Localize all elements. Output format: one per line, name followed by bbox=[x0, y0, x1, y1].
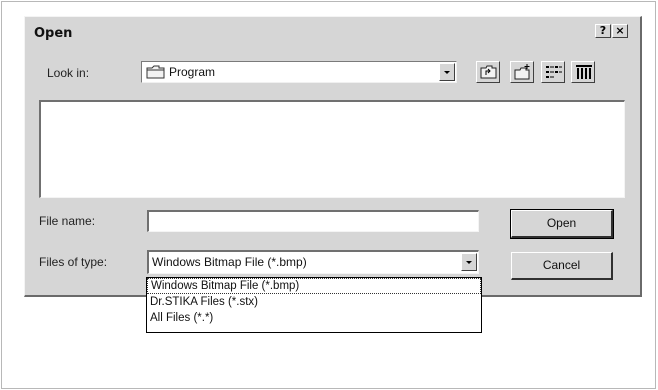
file-name-label: File name: bbox=[39, 214, 96, 228]
chevron-down-icon bbox=[444, 71, 450, 74]
look-in-value: Program bbox=[169, 65, 216, 79]
dropdown-option[interactable]: Windows Bitmap File (*.bmp) bbox=[147, 278, 481, 294]
look-in-combobox[interactable]: Program bbox=[141, 61, 457, 83]
new-folder-icon bbox=[514, 64, 530, 80]
cancel-button[interactable]: Cancel bbox=[511, 252, 613, 280]
file-name-input[interactable] bbox=[147, 210, 479, 232]
chevron-down-icon bbox=[466, 261, 472, 264]
look-in-dropdown-button[interactable] bbox=[439, 63, 455, 81]
list-view-button[interactable] bbox=[541, 61, 565, 83]
files-of-type-combobox[interactable]: Windows Bitmap File (*.bmp) bbox=[147, 250, 479, 274]
help-button[interactable]: ? bbox=[595, 24, 611, 38]
list-view-icon bbox=[546, 66, 562, 78]
open-dialog: Open ? × Look in: Program File name: Fil… bbox=[24, 16, 642, 297]
files-of-type-value: Windows Bitmap File (*.bmp) bbox=[152, 255, 307, 269]
files-of-type-dropdown-list: Windows Bitmap File (*.bmp) Dr.STIKA Fil… bbox=[146, 277, 482, 333]
folder-icon bbox=[146, 65, 166, 84]
dropdown-option[interactable]: Dr.STIKA Files (*.stx) bbox=[147, 294, 481, 310]
up-folder-icon bbox=[480, 65, 497, 79]
up-one-level-button[interactable] bbox=[476, 61, 500, 83]
dialog-title: Open bbox=[34, 26, 73, 41]
open-button[interactable]: Open bbox=[510, 209, 614, 239]
dropdown-option[interactable]: All Files (*.*) bbox=[147, 310, 481, 326]
details-view-button[interactable] bbox=[571, 61, 595, 83]
files-of-type-label: Files of type: bbox=[39, 255, 108, 269]
files-of-type-dropdown-button[interactable] bbox=[461, 253, 477, 271]
details-view-icon bbox=[576, 65, 592, 79]
close-button[interactable]: × bbox=[612, 24, 628, 38]
create-new-folder-button[interactable] bbox=[510, 61, 534, 83]
look-in-label: Look in: bbox=[47, 66, 90, 80]
file-list-pane[interactable] bbox=[39, 100, 625, 198]
